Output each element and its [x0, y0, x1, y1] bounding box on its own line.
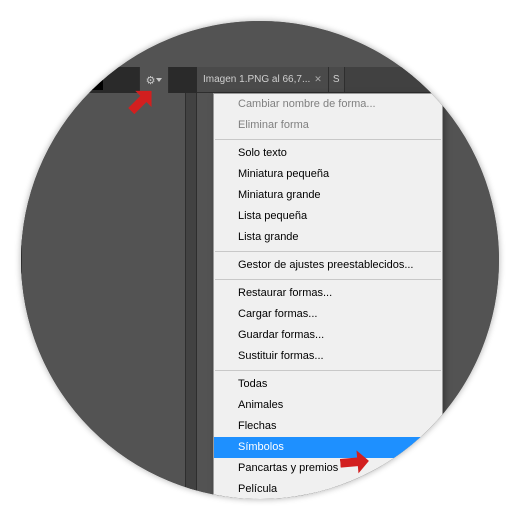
document-tab-bar: Imagen 1.PNG al 66,7... ✕ S	[197, 67, 499, 93]
menu-set-banners[interactable]: Pancartas y premios	[214, 458, 442, 479]
menu-preset-manager[interactable]: Gestor de ajustes preestablecidos...	[214, 255, 442, 276]
dropdown-caret-icon	[156, 78, 162, 82]
menu-separator	[215, 279, 441, 280]
menu-replace-shapes[interactable]: Sustituir formas...	[214, 346, 442, 367]
close-icon[interactable]: ✕	[314, 74, 322, 85]
document-tab[interactable]: Imagen 1.PNG al 66,7... ✕	[197, 67, 329, 92]
menu-set-all[interactable]: Todas	[214, 374, 442, 395]
menu-list-large[interactable]: Lista grande	[214, 227, 442, 248]
arrow-icon: ➔	[58, 74, 68, 86]
wave-icon: 〰	[85, 74, 97, 86]
shape-wave-icon[interactable]: 〰	[79, 70, 103, 90]
menu-delete-shape: Eliminar forma	[214, 115, 442, 136]
menu-thumb-small[interactable]: Miniatura pequeña	[214, 164, 442, 185]
document-tab-next[interactable]: S	[329, 67, 345, 92]
gear-icon: ⚙	[146, 74, 156, 87]
menu-set-film[interactable]: Película	[214, 479, 442, 500]
tab-label-trunc: S	[333, 74, 340, 85]
menu-set-animals[interactable]: Animales	[214, 395, 442, 416]
menu-save-shapes[interactable]: Guardar formas...	[214, 325, 442, 346]
menu-set-arrows[interactable]: Flechas	[214, 416, 442, 437]
menu-rename-shape: Cambiar nombre de forma...	[214, 94, 442, 115]
menu-set-symbols[interactable]: Símbolos	[214, 437, 442, 458]
tab-label: Imagen 1.PNG al 66,7...	[203, 74, 310, 85]
menu-separator	[215, 370, 441, 371]
menu-thumb-large[interactable]: Miniatura grande	[214, 185, 442, 206]
shape-arrow-icon[interactable]: ➔	[51, 70, 75, 90]
panel-grab-strip[interactable]	[185, 93, 197, 499]
menu-text-only[interactable]: Solo texto	[214, 143, 442, 164]
menu-load-shapes[interactable]: Cargar formas...	[214, 304, 442, 325]
menu-list-small[interactable]: Lista pequeña	[214, 206, 442, 227]
menu-separator	[215, 139, 441, 140]
shape-presets-flyout-menu: Cambiar nombre de forma... Eliminar form…	[213, 93, 443, 500]
menu-restore-shapes[interactable]: Restaurar formas...	[214, 283, 442, 304]
flyout-gear-button[interactable]: ⚙	[139, 67, 169, 93]
left-panel	[21, 93, 195, 499]
menu-separator	[215, 251, 441, 252]
